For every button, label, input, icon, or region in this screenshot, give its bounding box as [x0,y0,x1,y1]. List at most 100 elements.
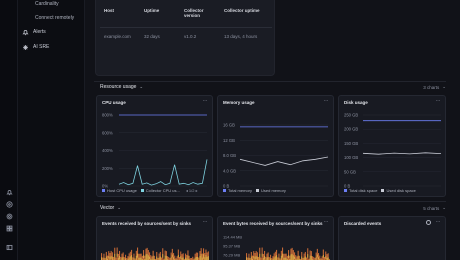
activity-bar [143,250,145,260]
vector-chart-count[interactable]: 5 charts ⌄ [423,203,446,213]
activity-bar [146,253,148,260]
legend-label: Host CPU usage [107,188,137,193]
activity-bar [131,255,133,260]
activity-bar [177,254,179,258]
activity-bar [274,256,276,260]
activity-bar [159,256,161,260]
activity-bar [291,253,293,260]
activity-bar [149,256,151,259]
activity-bar [147,255,149,260]
activity-bar [180,256,182,259]
y-tick-label: 200% [102,166,113,171]
activity-bar [276,255,278,260]
grid-icon[interactable] [5,225,13,233]
memory-usage-panel: Memory usage ··· 16 GB 12 GB 8.0 GB 4.0 GB 0… [217,95,334,197]
y-tick-label: 4.0 GB [223,168,236,173]
activity-bar [264,255,266,260]
chevron-down-icon: ⌄ [117,205,121,210]
column-header: Host [100,5,140,28]
left-rail [0,0,18,260]
activity-bar [173,257,175,260]
sidebar-item-cardinality[interactable]: Cardinality [35,0,59,9]
activity-bar [143,255,145,259]
activity-bar [325,256,327,259]
y-tick-label: 200 GB [344,127,358,132]
sidebar-item-ai-sre[interactable]: AI SRE [22,42,49,52]
help-icon[interactable] [5,201,13,209]
legend-label: Used memory [261,188,286,193]
activity-bar [205,254,207,260]
vector-header[interactable]: Vector ⌄ [100,203,121,213]
activity-bar [316,248,318,260]
legend-item[interactable]: Collector CPU us... [140,188,180,193]
activity-bar [171,254,173,258]
legend-item[interactable]: Total memory [223,188,252,193]
table-cell: 32 days [144,33,160,39]
activity-bar [307,254,309,258]
sparkle-icon [22,44,29,51]
sidebar-item-connect-remotely[interactable]: Connect remotely [35,13,74,23]
y-tick-label: 800% [102,113,113,118]
divider [94,81,446,82]
legend-item[interactable]: Host CPU usage [102,188,137,193]
activity-bar [301,256,303,260]
activity-bar [162,254,164,258]
activity-bar [187,255,189,260]
y-tick-label: 76.29 MB [223,253,240,258]
events-panel: Events received by sources/sent by sinks… [96,216,213,260]
table-row: example.com 32 days v1.0.2 13 days, 4 ho… [100,27,272,45]
chart-legend: Total disk space Used disk space [344,188,416,193]
y-tick-label: 8.0 GB [223,153,236,158]
legend-item[interactable]: Used memory [256,188,286,193]
resource-usage-header[interactable]: Resource usage ⌄ [100,82,143,92]
activity-bar [145,254,147,260]
series-line [239,156,329,166]
bytes-chart: 114.44 MB95.37 MB76.29 MB57.22 MB [223,235,330,260]
activity-bar [156,256,158,260]
chart-legend: Host CPU usage Collector CPU us... ◂ 1/2… [102,188,198,193]
y-tick-label: 95.37 MB [223,244,240,249]
chevron-down-icon: ⌄ [442,205,446,210]
section-title: Resource usage [100,84,137,90]
activity-bar [135,255,137,260]
column-header: Collector version [180,5,220,28]
discarded-events-panel: Discarded events ··· [338,216,446,260]
activity-bar [318,257,320,260]
sidebar-item-label: Connect remotely [35,15,75,21]
legend-label: Total disk space [349,188,378,193]
legend-item[interactable]: Used disk space [381,188,416,193]
chart-count: 3 charts [423,84,440,90]
more-menu-icon[interactable]: ··· [436,219,441,225]
cpu-chart: 800%600%400%200%0% [102,113,208,189]
panel-toggle-icon[interactable] [5,244,13,252]
y-tick-label: 400% [102,148,113,153]
y-tick-label: 12 GB [223,138,235,143]
sidebar-item-label: Alerts [33,29,46,35]
legend-pager-icon[interactable]: ◂ 1/2 ▸ [186,188,198,193]
activity-bar [259,253,261,260]
activity-bar [304,256,306,260]
legend-label: Collector CPU us... [145,188,180,193]
activity-bar [310,255,312,260]
series-line [118,159,208,186]
refresh-icon[interactable] [426,220,431,225]
activity-bar [207,256,209,260]
event-bytes-panel: Event bytes received by sources/sent by … [217,216,334,260]
activity-bar [297,255,299,260]
legend-item[interactable]: Total disk space [344,188,377,193]
sidebar-item-alerts[interactable]: Alerts [22,27,46,37]
table-cell: v1.0.2 [184,33,197,39]
activity-bar [171,248,173,260]
y-tick-label: 50 GB [344,169,356,174]
bell-icon[interactable] [5,189,13,197]
resource-chart-count[interactable]: 3 charts ⌄ [423,82,446,92]
host-info-card: Host Uptime Collector version Collector … [95,0,275,76]
activity-bar [129,256,131,260]
settings-icon[interactable] [5,213,13,221]
disk-usage-panel: Disk usage ··· 250 GB 200 GB 150 GB 100 GB 5… [338,95,446,197]
events-chart [101,247,209,260]
activity-bar [200,254,202,260]
activity-bar [105,256,107,260]
activity-bar [164,255,166,260]
y-tick-label: 600% [102,130,113,135]
